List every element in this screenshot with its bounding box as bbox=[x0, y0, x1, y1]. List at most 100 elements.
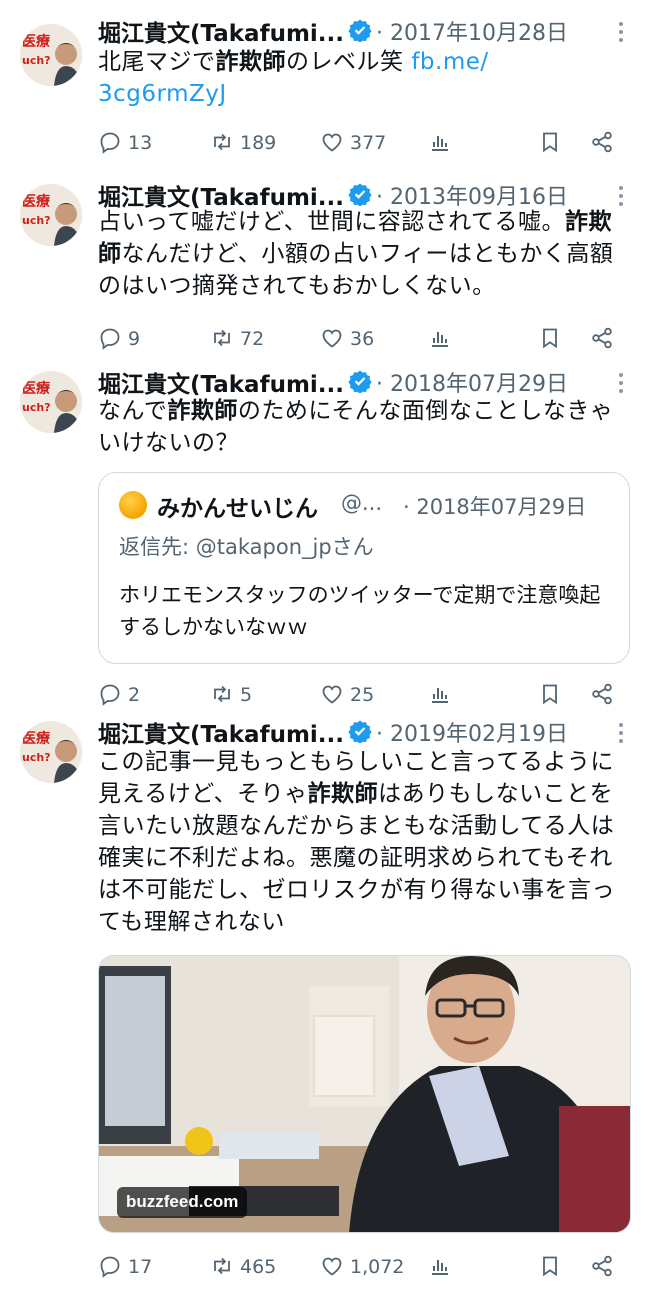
reply-icon bbox=[100, 1256, 120, 1278]
like-count: 36 bbox=[350, 327, 375, 350]
reply-button[interactable]: 9 bbox=[98, 322, 140, 354]
heart-icon bbox=[322, 329, 342, 348]
share-button[interactable] bbox=[590, 126, 620, 158]
retweet-button[interactable]: 5 bbox=[210, 678, 252, 710]
reply-count: 17 bbox=[128, 1255, 153, 1278]
quoted-tweet-text: ホリエモンスタッフのツイッターで定期で注意喚起するしかないなｗｗ bbox=[119, 583, 601, 639]
svg-text:医療: 医療 bbox=[22, 33, 51, 50]
retweet-icon bbox=[214, 1257, 230, 1275]
quoted-author-avatar[interactable] bbox=[119, 491, 147, 519]
views-icon bbox=[432, 332, 448, 347]
views-button[interactable] bbox=[428, 126, 458, 158]
tweet-media-card[interactable]: buzzfeed.com bbox=[98, 955, 631, 1233]
text-segment: 占いって嘘だけど、世間に容認されてる嘘。 bbox=[98, 209, 566, 235]
more-options-icon[interactable] bbox=[618, 186, 624, 206]
like-button[interactable]: 377 bbox=[320, 126, 386, 158]
views-icon bbox=[432, 1260, 448, 1275]
tweet-date[interactable]: · 2019年02月19日 bbox=[376, 716, 568, 748]
like-button[interactable]: 36 bbox=[320, 322, 374, 354]
views-button[interactable] bbox=[428, 322, 458, 354]
retweet-button[interactable]: 72 bbox=[210, 322, 264, 354]
reply-count: 13 bbox=[128, 131, 153, 154]
svg-text:医療: 医療 bbox=[22, 380, 51, 397]
bookmark-button[interactable] bbox=[538, 678, 568, 710]
bookmark-icon bbox=[543, 684, 557, 705]
tweet-date[interactable]: · 2018年07月29日 bbox=[376, 366, 568, 398]
more-options-icon[interactable] bbox=[618, 22, 624, 42]
author-avatar[interactable]: 医療 uch? bbox=[20, 24, 82, 86]
verified-badge-icon bbox=[348, 720, 372, 743]
quoted-author-name[interactable]: みかんせいじん bbox=[157, 489, 318, 523]
tweet-date[interactable]: · 2017年10月28日 bbox=[376, 15, 568, 47]
reply-count: 9 bbox=[128, 327, 141, 350]
retweet-icon bbox=[214, 329, 230, 347]
verified-badge-icon bbox=[348, 183, 372, 206]
text-segment-bold: 詐欺師 bbox=[167, 398, 238, 424]
author-name[interactable]: 堀江貴文(Takafumi... bbox=[98, 715, 344, 749]
views-icon bbox=[432, 136, 448, 151]
text-segment-bold: 詐欺師 bbox=[215, 49, 286, 75]
like-button[interactable]: 25 bbox=[320, 678, 374, 710]
bookmark-icon bbox=[543, 132, 557, 153]
bookmark-button[interactable] bbox=[538, 1250, 568, 1282]
quoted-tweet-date[interactable]: · 2018年07月29日 bbox=[403, 491, 586, 521]
retweet-count: 72 bbox=[240, 327, 265, 350]
tweet-actions: 17 465 1,072 bbox=[98, 1250, 618, 1282]
tweet-actions: 2 5 25 bbox=[98, 678, 618, 710]
text-segment: のレベル笑 bbox=[286, 49, 412, 75]
verified-badge-icon bbox=[348, 19, 372, 42]
quoted-tweet[interactable]: みかんせいじん @... · 2018年07月29日 返信先: @takapon… bbox=[98, 472, 630, 664]
author-avatar[interactable]: 医療 uch? bbox=[20, 371, 82, 433]
svg-text:医療: 医療 bbox=[22, 193, 51, 210]
reply-button[interactable]: 17 bbox=[98, 1250, 152, 1282]
views-button[interactable] bbox=[428, 678, 458, 710]
like-count: 377 bbox=[350, 131, 387, 154]
text-segment-bold: 詐欺師 bbox=[307, 781, 379, 807]
text-segment: なんだけど、小額の占いフィーはともかく高額のはいつ摘発されてもおかしくない。 bbox=[98, 241, 614, 299]
tweet-text: なんで詐欺師のためにそんな面倒なことしなきゃいけないの？ bbox=[98, 395, 633, 459]
svg-text:uch?: uch? bbox=[22, 54, 51, 67]
share-icon bbox=[592, 131, 612, 153]
quoted-author-handle[interactable]: @... bbox=[341, 491, 382, 515]
like-count: 1,072 bbox=[350, 1255, 405, 1278]
tweet-1[interactable]: 医療 uch? 堀江貴文(Takafumi... · 2017年10月28日 北… bbox=[0, 14, 650, 164]
text-segment: なんで bbox=[98, 398, 168, 424]
share-button[interactable] bbox=[590, 322, 620, 354]
reply-icon bbox=[100, 132, 120, 154]
tweet-text: この記事一見もっともらしいこと言ってるように見えるけど、そりゃ詐欺師はありもしな… bbox=[98, 746, 633, 938]
author-name[interactable]: 堀江貴文(Takafumi... bbox=[98, 14, 344, 48]
views-button[interactable] bbox=[428, 1250, 458, 1282]
author-avatar[interactable]: 医療 uch? bbox=[20, 184, 82, 246]
heart-icon bbox=[322, 133, 342, 152]
author-name[interactable]: 堀江貴文(Takafumi... bbox=[98, 365, 344, 399]
text-segment: 北尾マジで bbox=[98, 49, 216, 75]
avatar-image: 医療 uch? bbox=[20, 721, 82, 783]
bookmark-button[interactable] bbox=[538, 126, 568, 158]
svg-text:uch?: uch? bbox=[22, 401, 51, 414]
bookmark-button[interactable] bbox=[538, 322, 568, 354]
reply-count: 2 bbox=[128, 683, 141, 706]
retweet-count: 465 bbox=[240, 1255, 277, 1278]
bookmark-icon bbox=[543, 1256, 557, 1277]
retweet-icon bbox=[214, 685, 230, 703]
retweet-button[interactable]: 189 bbox=[210, 126, 276, 158]
like-button[interactable]: 1,072 bbox=[320, 1250, 404, 1282]
tweet-4[interactable]: 医療 uch? 堀江貴文(Takafumi... · 2019年02月19日 こ… bbox=[0, 715, 650, 955]
tweet-2[interactable]: 医療 uch? 堀江貴文(Takafumi... · 2013年09月16日 占… bbox=[0, 178, 650, 358]
author-avatar[interactable]: 医療 uch? bbox=[20, 721, 82, 783]
more-options-icon[interactable] bbox=[618, 723, 624, 743]
avatar-image: 医療 uch? bbox=[20, 184, 82, 246]
tweet-text: 占いって嘘だけど、世間に容認されてる嘘。詐欺師なんだけど、小額の占いフィーはとも… bbox=[98, 206, 633, 302]
reply-button[interactable]: 2 bbox=[98, 678, 140, 710]
heart-icon bbox=[322, 1257, 342, 1276]
svg-text:医療: 医療 bbox=[22, 730, 51, 747]
share-button[interactable] bbox=[590, 1250, 620, 1282]
retweet-button[interactable]: 465 bbox=[210, 1250, 276, 1282]
share-button[interactable] bbox=[590, 678, 620, 710]
verified-badge-icon bbox=[348, 370, 372, 393]
reply-button[interactable]: 13 bbox=[98, 126, 152, 158]
media-source-label: buzzfeed.com bbox=[117, 1187, 248, 1218]
reply-icon bbox=[100, 684, 120, 706]
more-options-icon[interactable] bbox=[618, 373, 624, 393]
tweet-text: 北尾マジで詐欺師のレベル笑 fb.me/3cg6rmZyJ bbox=[98, 46, 633, 110]
